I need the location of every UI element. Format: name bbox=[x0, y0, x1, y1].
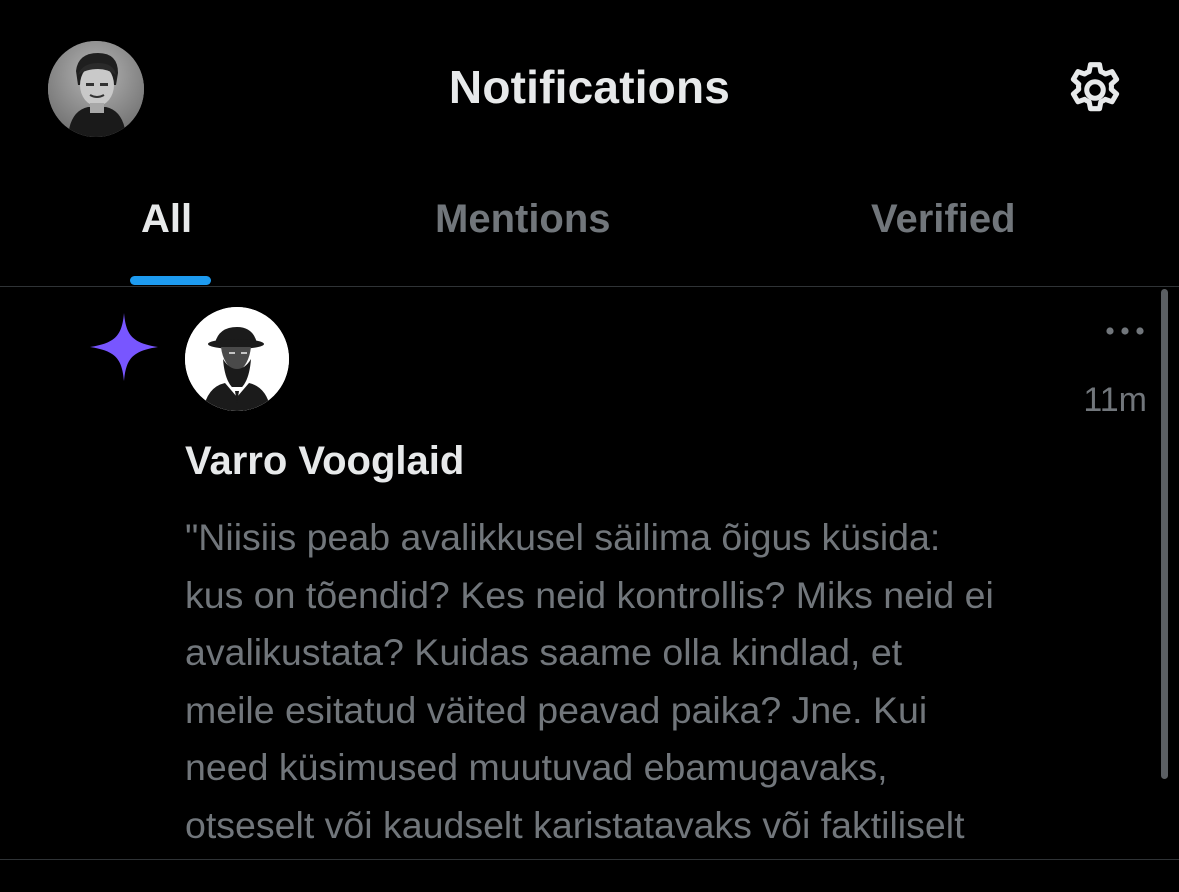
gear-icon bbox=[1070, 62, 1120, 112]
header: Notifications bbox=[0, 0, 1179, 175]
scrollbar[interactable] bbox=[1161, 289, 1168, 779]
author-avatar-image bbox=[185, 307, 289, 411]
tab-all[interactable]: All bbox=[141, 197, 192, 242]
tab-verified[interactable]: Verified bbox=[871, 197, 1016, 242]
settings-button[interactable] bbox=[1059, 54, 1131, 126]
active-tab-indicator bbox=[130, 276, 211, 285]
page-title: Notifications bbox=[448, 61, 731, 113]
tab-mentions[interactable]: Mentions bbox=[435, 197, 611, 242]
more-dots-icon bbox=[1106, 327, 1144, 335]
notification-timestamp: 11m bbox=[1083, 381, 1147, 419]
notification-text-line: need küsimused muutuvad ebamugavaks, bbox=[185, 746, 888, 788]
author-avatar[interactable] bbox=[185, 307, 289, 411]
notification-text: "Niisiis peab avalikkusel säilima õigus … bbox=[185, 509, 1160, 854]
sparkle-star-icon bbox=[88, 311, 160, 383]
notification-text-line: "Niisiis peab avalikkusel säilima õigus … bbox=[185, 516, 941, 558]
notification-tabs: All Mentions Verified bbox=[0, 175, 1179, 287]
notifications-screen: Notifications All Mentions Verified 11m … bbox=[0, 0, 1179, 892]
more-options-button[interactable] bbox=[1100, 321, 1150, 341]
notification-text-line: kus on tõendid? Kes neid kontrollis? Mik… bbox=[185, 573, 994, 616]
notification-text-line: avalikustata? Kuidas saame olla kindlad,… bbox=[185, 631, 903, 673]
author-name[interactable]: Varro Vooglaid bbox=[185, 439, 464, 484]
notification-item[interactable]: 11m Varro Vooglaid "Niisiis peab avalikk… bbox=[0, 287, 1179, 860]
notification-text-line: otseselt või kaudselt karistatavaks või … bbox=[185, 803, 965, 846]
notification-text-line: meile esitatud väited peavad paika? Jne.… bbox=[185, 688, 928, 731]
